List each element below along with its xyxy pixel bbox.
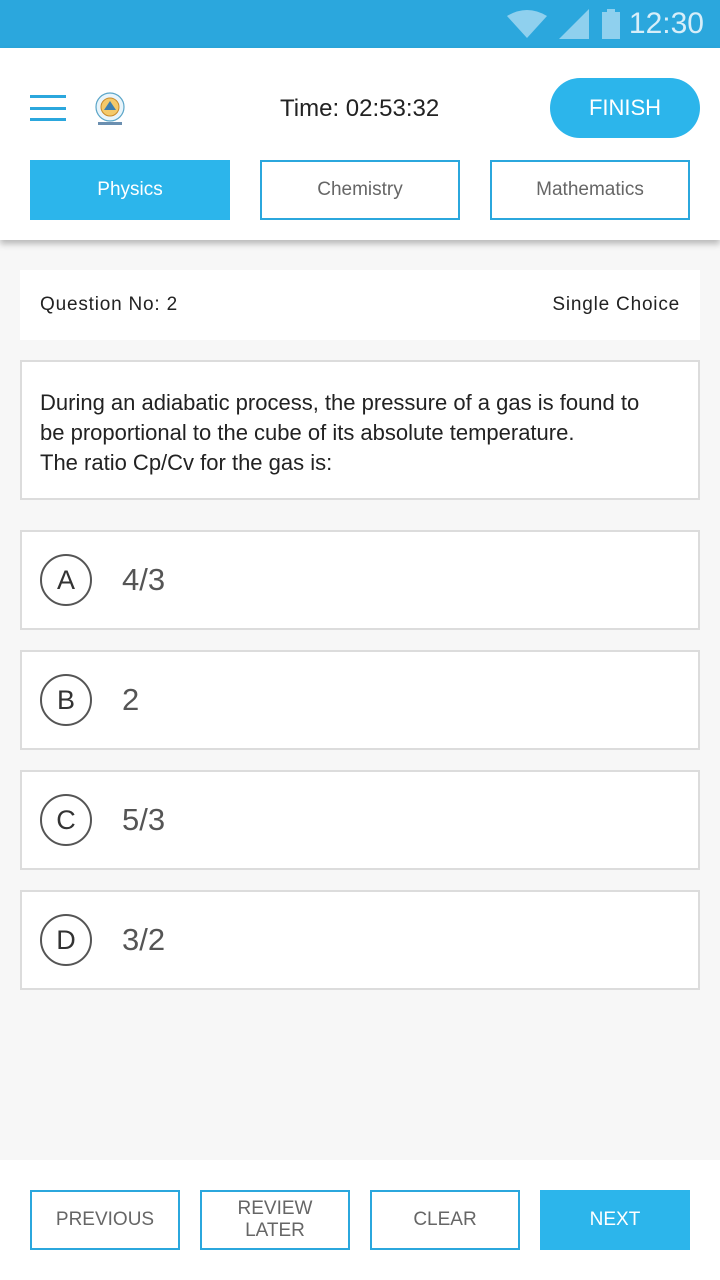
option-letter: A bbox=[40, 554, 92, 606]
menu-icon[interactable] bbox=[30, 95, 66, 121]
exam-timer: Time: 02:53:32 bbox=[280, 95, 440, 122]
question-number: Question No: 2 bbox=[40, 294, 178, 315]
option-a[interactable]: A 4/3 bbox=[20, 530, 700, 630]
next-button[interactable]: NEXT bbox=[540, 1190, 690, 1250]
tab-chemistry[interactable]: Chemistry bbox=[260, 160, 460, 220]
option-text: 3/2 bbox=[122, 922, 166, 957]
option-d[interactable]: D 3/2 bbox=[20, 890, 700, 990]
app-logo bbox=[95, 92, 125, 125]
option-text: 4/3 bbox=[122, 562, 166, 597]
question-type: Single Choice bbox=[552, 294, 680, 315]
clear-button[interactable]: CLEAR bbox=[370, 1190, 520, 1250]
option-letter: C bbox=[40, 794, 92, 846]
signal-icon bbox=[558, 9, 589, 39]
question-text-box: During an adiabatic process, the pressur… bbox=[20, 360, 700, 500]
question-text-line: The ratio Cp/Cv for the gas is: bbox=[40, 450, 333, 475]
option-letter: B bbox=[40, 674, 92, 726]
previous-button[interactable]: PREVIOUS bbox=[30, 1190, 180, 1250]
question-info-bar: Question No: 2 Single Choice bbox=[20, 270, 700, 340]
footer-nav: PREVIOUS REVIEW LATER CLEAR NEXT bbox=[0, 1160, 720, 1280]
tab-physics[interactable]: Physics bbox=[30, 160, 230, 220]
battery-icon bbox=[601, 9, 620, 39]
finish-button[interactable]: FINISH bbox=[550, 78, 700, 138]
option-text: 5/3 bbox=[122, 802, 166, 837]
app-header: Time: 02:53:32 FINISH Physics Chemistry … bbox=[0, 48, 720, 240]
option-letter: D bbox=[40, 914, 92, 966]
wifi-icon bbox=[506, 10, 547, 38]
review-later-button[interactable]: REVIEW LATER bbox=[200, 1190, 350, 1250]
subject-tabs: Physics Chemistry Mathematics bbox=[30, 160, 690, 220]
status-time: 12:30 bbox=[628, 7, 704, 40]
tab-mathematics[interactable]: Mathematics bbox=[490, 160, 690, 220]
question-text-line: During an adiabatic process, the pressur… bbox=[40, 390, 640, 415]
status-bar: 12:30 bbox=[0, 0, 720, 48]
option-c[interactable]: C 5/3 bbox=[20, 770, 700, 870]
question-text-line: be proportional to the cube of its absol… bbox=[40, 420, 575, 445]
status-icons bbox=[506, 9, 621, 39]
option-text: 2 bbox=[122, 682, 140, 717]
option-b[interactable]: B 2 bbox=[20, 650, 700, 750]
